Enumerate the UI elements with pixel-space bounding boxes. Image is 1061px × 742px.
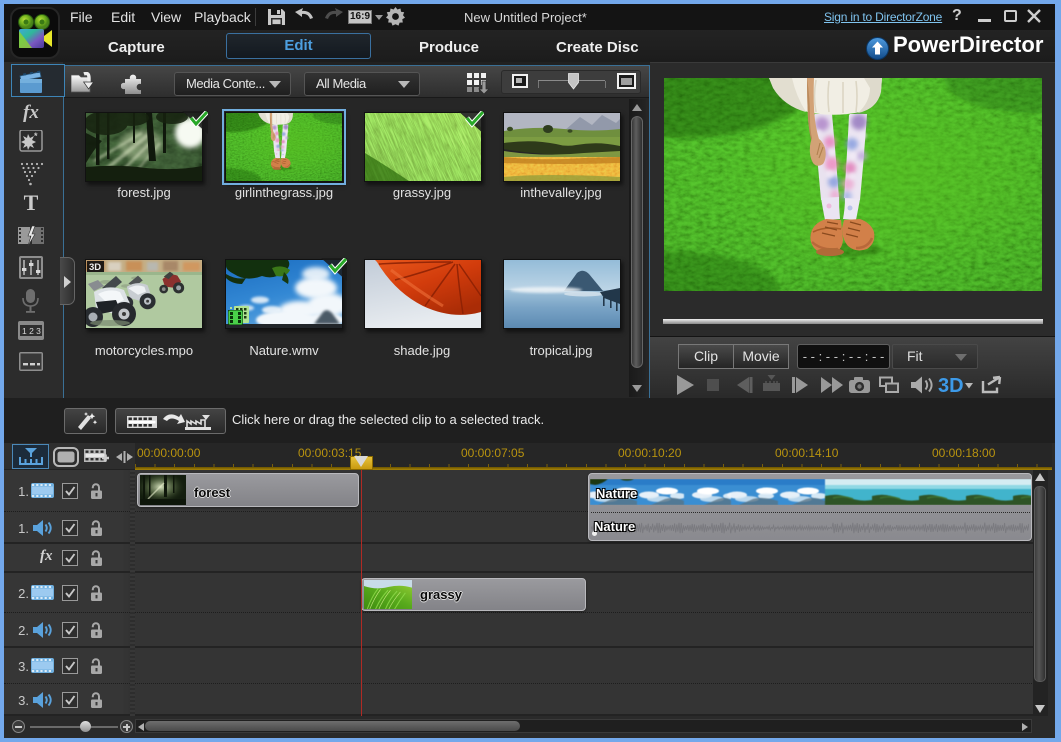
svg-text:3D: 3D (89, 262, 101, 273)
svg-text:*: * (34, 131, 38, 141)
svg-text:1 2 3: 1 2 3 (22, 326, 41, 336)
svg-text:3D: 3D (938, 375, 964, 397)
